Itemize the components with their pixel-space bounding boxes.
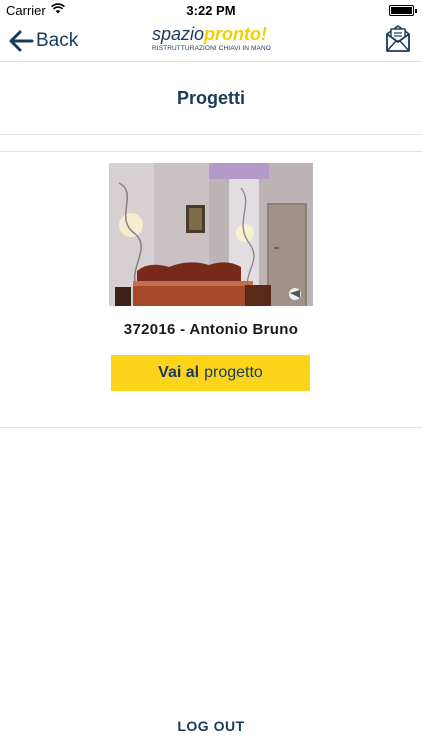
logout-button[interactable]: LOG OUT [0,718,422,734]
project-name: 372016 - Antonio Bruno [123,321,299,338]
back-button[interactable]: Back [8,26,78,56]
navigation-bar: Back spaziopronto! RISTRUTTURAZIONI CHIA… [0,22,422,62]
logo-word-pronto: pronto! [204,24,268,44]
divider [0,151,422,152]
open-project-label: progetto [204,364,263,381]
arrow-left-icon [9,30,34,52]
mail-icon[interactable] [384,24,412,54]
project-photo[interactable] [109,163,313,306]
divider [0,427,422,428]
brand-logo: spaziopronto! RISTRUTTURAZIONI CHIAVI IN… [152,24,272,58]
back-label: Back [36,30,79,51]
battery-icon [389,5,417,16]
open-project-button[interactable]: Vai al progetto [111,355,310,391]
page-title: Progetti [176,88,245,108]
clock: 3:22 PM [186,3,236,18]
logo-tagline: RISTRUTTURAZIONI CHIAVI IN MANO [152,45,271,52]
logo-word-spazio: spazio [152,24,205,44]
divider [0,134,422,135]
status-bar: Carrier 3:22 PM [0,0,422,22]
open-project-label-bold: Vai al [158,364,200,381]
